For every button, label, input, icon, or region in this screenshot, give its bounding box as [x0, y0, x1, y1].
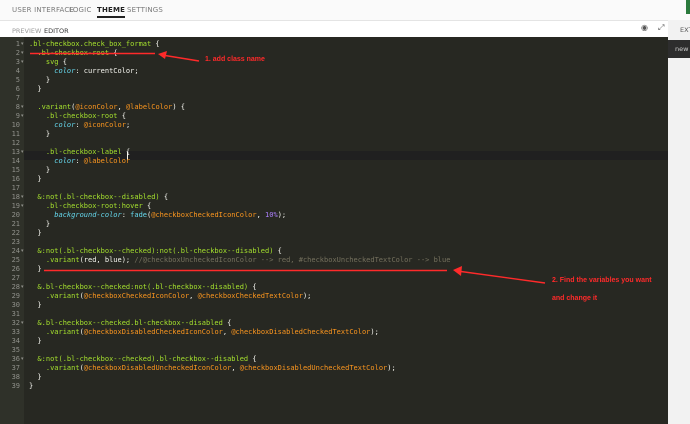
- arrow-1-head: [158, 51, 167, 59]
- annotation-note-1: 1. add class name: [205, 56, 265, 63]
- arrow-1-line: [161, 54, 200, 62]
- arrow-2-head: [453, 266, 462, 276]
- annotation-note-2-line1: 2. Find the variables you want: [552, 277, 652, 284]
- annotation-overlay: [30, 51, 546, 284]
- annotation-note-2-line2: and change it: [552, 295, 598, 302]
- arrow-2-line: [460, 270, 546, 284]
